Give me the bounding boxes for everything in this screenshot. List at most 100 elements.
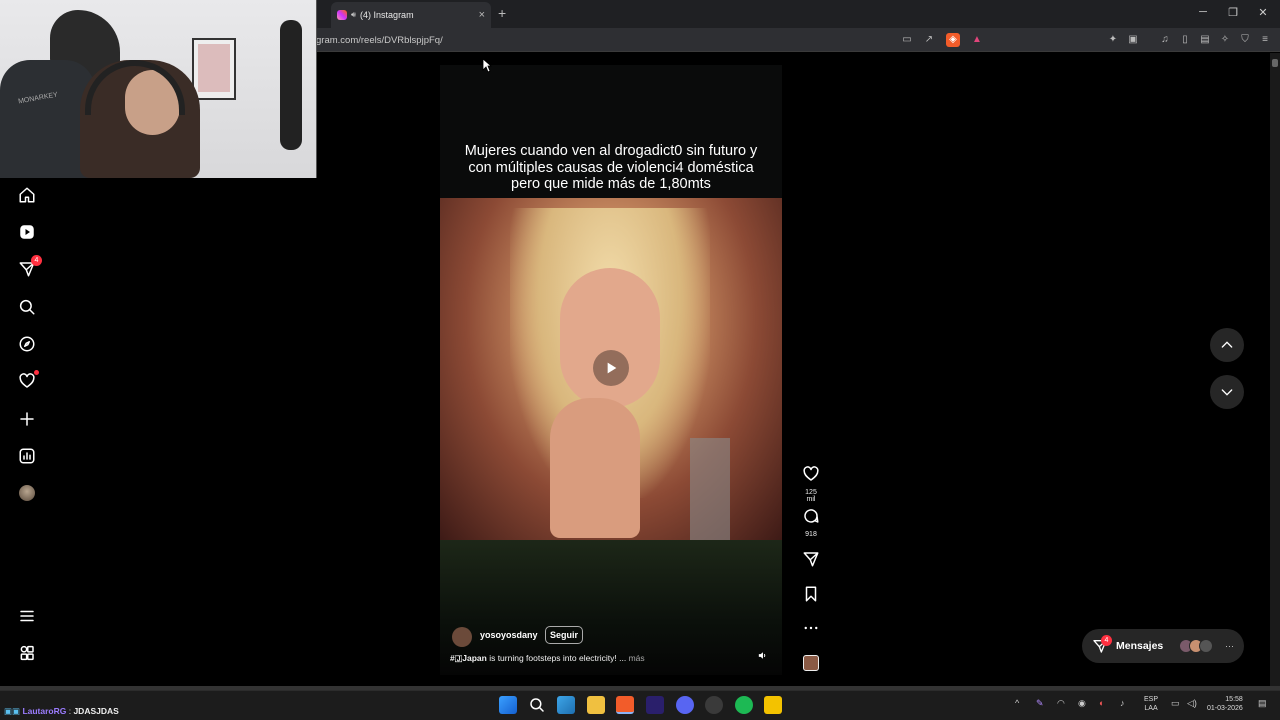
previous-reel-button[interactable] [1210, 328, 1244, 362]
chart-icon [19, 448, 35, 464]
leo-ai-icon[interactable]: ✧ [1218, 33, 1232, 47]
windows-taskbar [0, 690, 1280, 720]
sidebar-messages[interactable]: 4 [16, 255, 42, 280]
file-explorer-icon[interactable] [587, 696, 605, 714]
search-icon [530, 698, 544, 712]
extensions-icon[interactable]: ✦ [1106, 33, 1120, 47]
close-window-button[interactable]: ✕ [1248, 6, 1278, 19]
webcam-overlay: MONARKEY [0, 0, 317, 178]
author-avatar[interactable] [452, 627, 472, 647]
tray-app-icon[interactable]: ✎ [1036, 698, 1044, 709]
comment-button[interactable]: 918 [800, 507, 822, 538]
share-button[interactable] [800, 550, 822, 573]
page-scrollbar[interactable] [1270, 53, 1280, 686]
more-link[interactable]: más [629, 653, 645, 663]
taskbar-search[interactable] [528, 696, 546, 714]
url-field[interactable]: gram.com/reels/DVRblspjpFq/ [316, 35, 443, 46]
chevron-down-icon [1221, 389, 1233, 396]
media-icon[interactable]: ♫ [1158, 33, 1172, 47]
speaker-icon[interactable]: 🔊︎ [351, 10, 356, 20]
mouse-cursor-icon [482, 58, 492, 73]
profile-avatar [19, 485, 35, 501]
original-audio-thumbnail[interactable] [803, 655, 819, 671]
steam-icon[interactable]: ◉ [1078, 698, 1086, 709]
clock-date: 01-03-2026 [1207, 705, 1243, 712]
obs-studio-icon[interactable] [705, 696, 723, 714]
discord-icon[interactable] [676, 696, 694, 714]
brave-browser-icon[interactable] [616, 696, 634, 714]
wallet-icon[interactable]: ▤ [1198, 33, 1212, 47]
minimize-button[interactable]: ─ [1188, 6, 1218, 18]
browser-tab-instagram[interactable]: 🔊︎ (4) Instagram × [331, 2, 491, 28]
play-button[interactable] [593, 350, 629, 386]
clock-time: 15:58 [1225, 696, 1243, 703]
spotify-icon[interactable] [735, 696, 753, 714]
sidebar-toggle-icon[interactable]: ▯ [1178, 33, 1192, 47]
restore-button[interactable]: ❐ [1218, 6, 1248, 19]
comment-count: 918 [805, 531, 817, 538]
brave-shields-icon[interactable]: ◈ [946, 33, 960, 47]
sidebar-dashboard[interactable] [16, 445, 38, 467]
cast-icon[interactable]: ▭ [900, 33, 914, 47]
sidebar-create[interactable] [16, 408, 38, 430]
home-icon [19, 187, 35, 203]
input-language[interactable]: ESP LAA [1144, 695, 1158, 713]
hamburger-icon [20, 610, 34, 622]
next-reel-button[interactable] [1210, 375, 1244, 409]
sidebar-also-from-meta[interactable] [16, 642, 38, 664]
chevron-up-icon [1221, 341, 1233, 348]
messages-label: Mensajes [1116, 640, 1164, 652]
vpn-icon[interactable]: ⛉ [1238, 33, 1252, 47]
save-button[interactable] [800, 585, 822, 608]
tray-overflow-icon[interactable]: ^ [1015, 698, 1019, 708]
reel-player[interactable]: Mujeres cuando ven al drogadict0 sin fut… [440, 65, 782, 675]
notification-center-icon[interactable]: ▤ [1258, 698, 1267, 709]
menu-icon[interactable]: ≡ [1258, 33, 1272, 47]
volume-icon [758, 651, 765, 659]
more-options-button[interactable] [800, 619, 822, 642]
sidebar-home[interactable] [16, 184, 38, 206]
messages-pill-badge: 4 [1101, 635, 1112, 646]
direct-send-icon [803, 552, 819, 567]
keyboard-layout: LAA [1144, 705, 1158, 712]
sidebar-profile[interactable] [16, 482, 38, 504]
sidebar-search[interactable] [16, 296, 38, 318]
app-icon[interactable] [764, 696, 782, 714]
volume-icon[interactable]: ◁) [1187, 698, 1197, 709]
like-count: 125 mil [805, 489, 817, 503]
avatar [1199, 639, 1213, 653]
headset-icon[interactable]: ◠ [1057, 698, 1065, 709]
reel-hashtag[interactable]: #🇯Japan [450, 653, 487, 663]
microphone-icon[interactable]: ♪ [1120, 698, 1125, 708]
like-button[interactable]: 125 mil [800, 465, 822, 503]
reels-icon [20, 225, 34, 239]
mute-button[interactable] [754, 647, 770, 663]
sidebar-reels[interactable] [16, 221, 38, 243]
premiere-pro-icon[interactable] [646, 696, 664, 714]
network-icon[interactable]: ▭ [1171, 698, 1180, 709]
author-username[interactable]: yosoyosdany [480, 630, 538, 640]
reel-overlay-caption: Mujeres cuando ven al drogadict0 sin fut… [464, 143, 758, 192]
message-avatars [1179, 639, 1213, 653]
widgets-icon[interactable] [557, 696, 575, 714]
tray-app-icon[interactable]: ◐ [1099, 698, 1104, 708]
plus-icon [20, 412, 34, 426]
follow-button[interactable]: Seguir [545, 626, 584, 644]
apps-icon [20, 645, 34, 661]
system-clock[interactable]: 15:58 01-03-2026 [1207, 695, 1243, 713]
chat-message: JDASJDAS [73, 706, 119, 716]
share-icon[interactable]: ↗ [922, 33, 936, 47]
sidebar-explore[interactable] [16, 333, 38, 355]
instagram-favicon-icon [337, 10, 347, 20]
messages-drawer-button[interactable]: 4 Mensajes ··· [1082, 629, 1244, 663]
sidebar-more[interactable] [16, 605, 38, 627]
messages-badge: 4 [31, 255, 42, 266]
tab-close-icon[interactable]: × [479, 9, 485, 21]
start-button[interactable] [499, 696, 517, 714]
screenshot-icon[interactable]: ▣ [1126, 33, 1140, 47]
sidebar-notifications[interactable] [16, 370, 39, 392]
tab-title: (4) Instagram [360, 10, 414, 20]
bookmark-icon [805, 586, 817, 602]
brave-rewards-icon[interactable]: ▲ [970, 33, 984, 47]
new-tab-button[interactable]: + [498, 5, 506, 21]
